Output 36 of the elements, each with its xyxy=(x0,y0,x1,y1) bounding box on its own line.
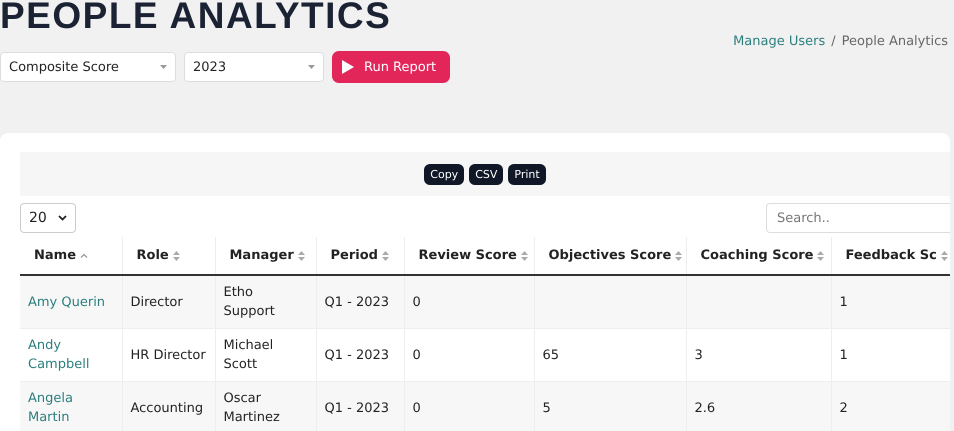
table-cell-text: 0 xyxy=(412,346,422,364)
table-cell-text: 2.6 xyxy=(694,400,716,418)
filter-dropdown[interactable]: Composite Score xyxy=(0,52,176,82)
table-cell-text: 3 xyxy=(694,346,704,364)
table-cell-text: Michael Scott xyxy=(224,337,274,374)
breadcrumb-link[interactable]: Manage Users xyxy=(733,34,826,49)
run-report-button[interactable]: Run Report xyxy=(332,51,450,83)
caret-icon xyxy=(160,65,167,69)
table-cell-text: 5 xyxy=(542,400,552,418)
table-cell-text: Etho Support xyxy=(224,284,276,321)
table-cell-text: 65 xyxy=(542,346,560,364)
chevron-icon xyxy=(58,215,67,221)
breadcrumb-current: People Analytics xyxy=(842,34,948,49)
table-cell-text: Oscar Martinez xyxy=(224,390,281,427)
table-cell-text: Q1 - 2023 xyxy=(324,346,390,364)
table-cell-text: 0 xyxy=(412,400,422,418)
breadcrumb-separator: / xyxy=(831,34,836,49)
table-cell-text: 2 xyxy=(840,400,849,418)
table-cell-text: Accounting xyxy=(130,400,204,418)
page-title: PEOPLE ANALYTICS xyxy=(0,0,392,32)
page-length-select[interactable]: 20 xyxy=(20,203,76,233)
caret-icon xyxy=(308,65,315,69)
export-button[interactable]: Copy xyxy=(424,164,464,184)
table-cell-text: HR Director xyxy=(130,346,206,364)
table-cell-text: Director xyxy=(130,294,184,312)
search-field[interactable]: Search.. xyxy=(766,203,950,233)
filter-dropdown[interactable]: 2023 xyxy=(184,52,324,82)
table-cell-text: 0 xyxy=(412,294,422,312)
table-cell-text: 1 xyxy=(840,346,849,364)
name-link[interactable]: Andy Campbell xyxy=(28,336,114,374)
export-button[interactable]: CSV xyxy=(469,164,504,184)
table-cell-text: Q1 - 2023 xyxy=(324,294,390,312)
play-icon xyxy=(342,60,354,74)
table-cell-text: Q1 - 2023 xyxy=(324,400,390,418)
table-cell-text: 1 xyxy=(840,294,849,312)
export-button[interactable]: Print xyxy=(508,164,546,184)
